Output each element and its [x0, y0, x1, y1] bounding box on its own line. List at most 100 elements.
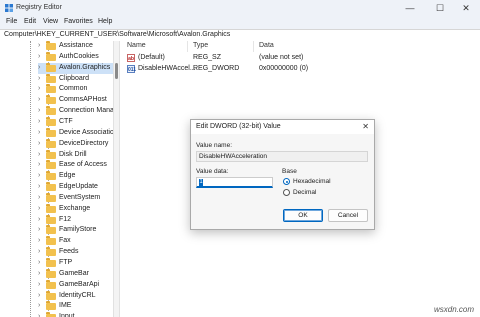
folder-icon [46, 106, 56, 116]
tree-item[interactable]: › Avalon.Graphics [38, 62, 113, 74]
tree-item[interactable]: › FTP [38, 258, 113, 269]
chevron-right-icon[interactable]: › [38, 96, 40, 103]
value-data: (value not set) [259, 54, 304, 61]
value-name: DisableHWAccel... [138, 65, 196, 72]
tree-item[interactable]: › Disk Drill [38, 149, 113, 161]
folder-icon [46, 214, 56, 224]
menu-file[interactable]: File [6, 18, 17, 25]
maximize-button[interactable]: ☐ [426, 1, 454, 15]
key-tree[interactable]: › Assistance › AuthCookies › Avalon.Graphics ›… [0, 41, 113, 317]
tree-item[interactable]: › EventSystem [38, 192, 113, 204]
tree-item[interactable]: › Clipboard [38, 73, 113, 85]
chevron-right-icon[interactable]: › [38, 85, 40, 92]
chevron-right-icon[interactable]: › [38, 292, 40, 299]
tree-item[interactable]: › GameBarApi [38, 279, 113, 291]
tree-item[interactable]: › EdgeUpdate [38, 182, 113, 193]
folder-icon [46, 301, 56, 311]
scrollbar-thumb[interactable] [115, 63, 118, 79]
tree-item[interactable]: › DeviceDirectory [38, 138, 113, 150]
tree-item[interactable]: › Input [38, 312, 113, 317]
minimize-button[interactable]: — [396, 1, 424, 15]
chevron-right-icon[interactable]: › [38, 64, 40, 71]
decimal-radio[interactable] [283, 189, 290, 196]
chevron-right-icon[interactable]: › [38, 248, 40, 255]
chevron-right-icon[interactable]: › [38, 118, 40, 125]
value-data-text[interactable]: 1 [199, 178, 203, 186]
column-divider[interactable] [187, 41, 188, 52]
folder-icon [46, 149, 56, 159]
chevron-right-icon[interactable]: › [38, 281, 40, 288]
dialog-title: Edit DWORD (32-bit) Value [196, 123, 281, 130]
tree-item[interactable]: › CTF [38, 116, 113, 128]
chevron-right-icon[interactable]: › [38, 129, 40, 136]
column-header-data[interactable]: Data [259, 42, 274, 49]
chevron-right-icon[interactable]: › [38, 161, 40, 168]
tree-item-label: CTF [59, 117, 73, 125]
tree-item[interactable]: › Connection Mana [38, 106, 113, 117]
close-window-button[interactable]: ✕ [452, 1, 480, 15]
tree-item[interactable]: › IME [38, 301, 113, 312]
tree-item[interactable]: › GameBar [38, 268, 113, 280]
chevron-right-icon[interactable]: › [38, 313, 40, 317]
chevron-right-icon[interactable]: › [38, 42, 40, 49]
title-bar: Registry Editor — ☐ ✕ [0, 0, 480, 16]
tree-item[interactable]: › Device Associatio [38, 127, 113, 139]
chevron-right-icon[interactable]: › [38, 302, 40, 309]
folder-icon [46, 95, 56, 105]
value-type: REG_SZ [193, 54, 222, 61]
tree-guide-line [30, 41, 31, 317]
tree-item-label: Assistance [59, 42, 93, 49]
chevron-right-icon[interactable]: › [38, 107, 40, 114]
chevron-right-icon[interactable]: › [38, 75, 40, 82]
column-header-name[interactable]: Name [127, 42, 146, 49]
tree-scrollbar[interactable] [113, 41, 120, 317]
value-row[interactable]: ab (Default) REG_SZ (value not set) [120, 53, 480, 64]
tree-item[interactable]: › Exchange [38, 203, 113, 215]
tree-item[interactable]: › Ease of Access [38, 160, 113, 171]
menu-edit[interactable]: Edit [24, 18, 36, 25]
tree-item[interactable]: › AuthCookies [38, 51, 113, 63]
tree-item[interactable]: › Fax [38, 236, 113, 247]
tree-item-label: Fax [59, 237, 71, 245]
value-data-input[interactable]: 1 [196, 177, 273, 188]
cancel-button[interactable]: Cancel [328, 209, 368, 222]
folder-icon [46, 84, 56, 94]
chevron-right-icon[interactable]: › [38, 237, 40, 244]
hexadecimal-label[interactable]: Hexadecimal [293, 178, 331, 185]
tree-item-label: Exchange [59, 204, 91, 212]
tree-item[interactable]: › Common [38, 84, 113, 95]
chevron-right-icon[interactable]: › [38, 226, 40, 233]
column-header-type[interactable]: Type [193, 42, 208, 49]
value-row[interactable]: 011 DisableHWAccel... REG_DWORD 0x000000… [120, 64, 480, 75]
chevron-right-icon[interactable]: › [38, 53, 40, 60]
chevron-right-icon[interactable]: › [38, 183, 40, 190]
ok-button[interactable]: OK [283, 209, 323, 222]
chevron-right-icon[interactable]: › [38, 194, 40, 201]
menu-help[interactable]: Help [98, 18, 112, 25]
chevron-right-icon[interactable]: › [38, 270, 40, 277]
chevron-right-icon[interactable]: › [38, 205, 40, 212]
chevron-right-icon[interactable]: › [38, 172, 40, 179]
tree-item[interactable]: › FamilyStore [38, 225, 113, 236]
chevron-right-icon[interactable]: › [38, 140, 40, 147]
tree-item[interactable]: › CommsAPHost [38, 95, 113, 106]
tree-item[interactable]: › Assistance [38, 41, 113, 52]
address-path[interactable]: Computer\HKEY_CURRENT_USER\Software\Micr… [4, 31, 230, 38]
tree-item[interactable]: › Edge [38, 171, 113, 182]
tree-item[interactable]: › F12 [38, 214, 113, 226]
tree-item[interactable]: › IdentityCRL [38, 290, 113, 302]
tree-item[interactable]: › Feeds [38, 247, 113, 258]
folder-icon [46, 225, 56, 235]
chevron-right-icon[interactable]: › [38, 151, 40, 158]
column-divider[interactable] [253, 41, 254, 52]
decimal-label[interactable]: Decimal [293, 189, 316, 196]
chevron-right-icon[interactable]: › [38, 216, 40, 223]
menu-favorites[interactable]: Favorites [64, 18, 93, 25]
menu-view[interactable]: View [43, 18, 58, 25]
hexadecimal-radio[interactable] [283, 178, 290, 185]
dialog-close-button[interactable]: ✕ [362, 122, 369, 131]
value-data: 0x00000000 (0) [259, 65, 309, 72]
chevron-right-icon[interactable]: › [38, 259, 40, 266]
tree-item-label: CommsAPHost [59, 96, 107, 104]
base-group: Base Hexadecimal Decimal [277, 168, 365, 202]
